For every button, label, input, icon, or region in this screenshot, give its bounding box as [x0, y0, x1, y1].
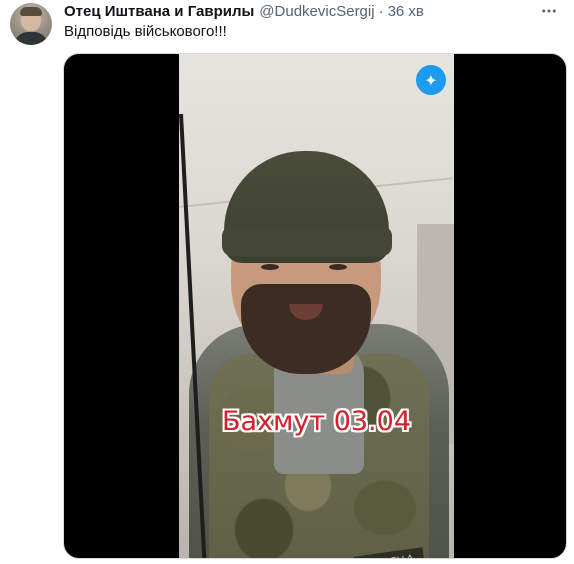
author-name[interactable]: Отец Иштвана и Гаврилы [64, 2, 254, 22]
right-eye [329, 264, 347, 270]
avatar[interactable] [10, 3, 52, 45]
video-frame: UMBRELLA Бахмут 03.04 ✦ [179, 54, 454, 558]
video-caption: Бахмут 03.04 [222, 406, 411, 437]
tweet-text: Відповідь військового!!! [64, 23, 227, 40]
sparkle-glyph: ✦ [424, 70, 438, 90]
author-handle[interactable]: @DudkevicSergij [259, 2, 374, 22]
more-horizontal-icon [542, 9, 556, 13]
separator-dot: · [378, 3, 384, 20]
timestamp[interactable]: 36 хв [388, 2, 424, 22]
left-eye [261, 264, 279, 270]
avatar-hair [20, 7, 42, 16]
video-player[interactable]: UMBRELLA Бахмут 03.04 ✦ [63, 53, 567, 559]
more-options-button[interactable] [532, 0, 566, 22]
sparkle-icon[interactable]: ✦ [416, 65, 446, 95]
tweet: Отец Иштвана и Гаврилы @DudkevicSergij ·… [0, 0, 574, 564]
avatar-shoulders [14, 32, 48, 45]
beanie-fold [222, 226, 392, 256]
tweet-header: Отец Иштвана и Гаврилы @DudkevicSergij ·… [64, 2, 424, 22]
